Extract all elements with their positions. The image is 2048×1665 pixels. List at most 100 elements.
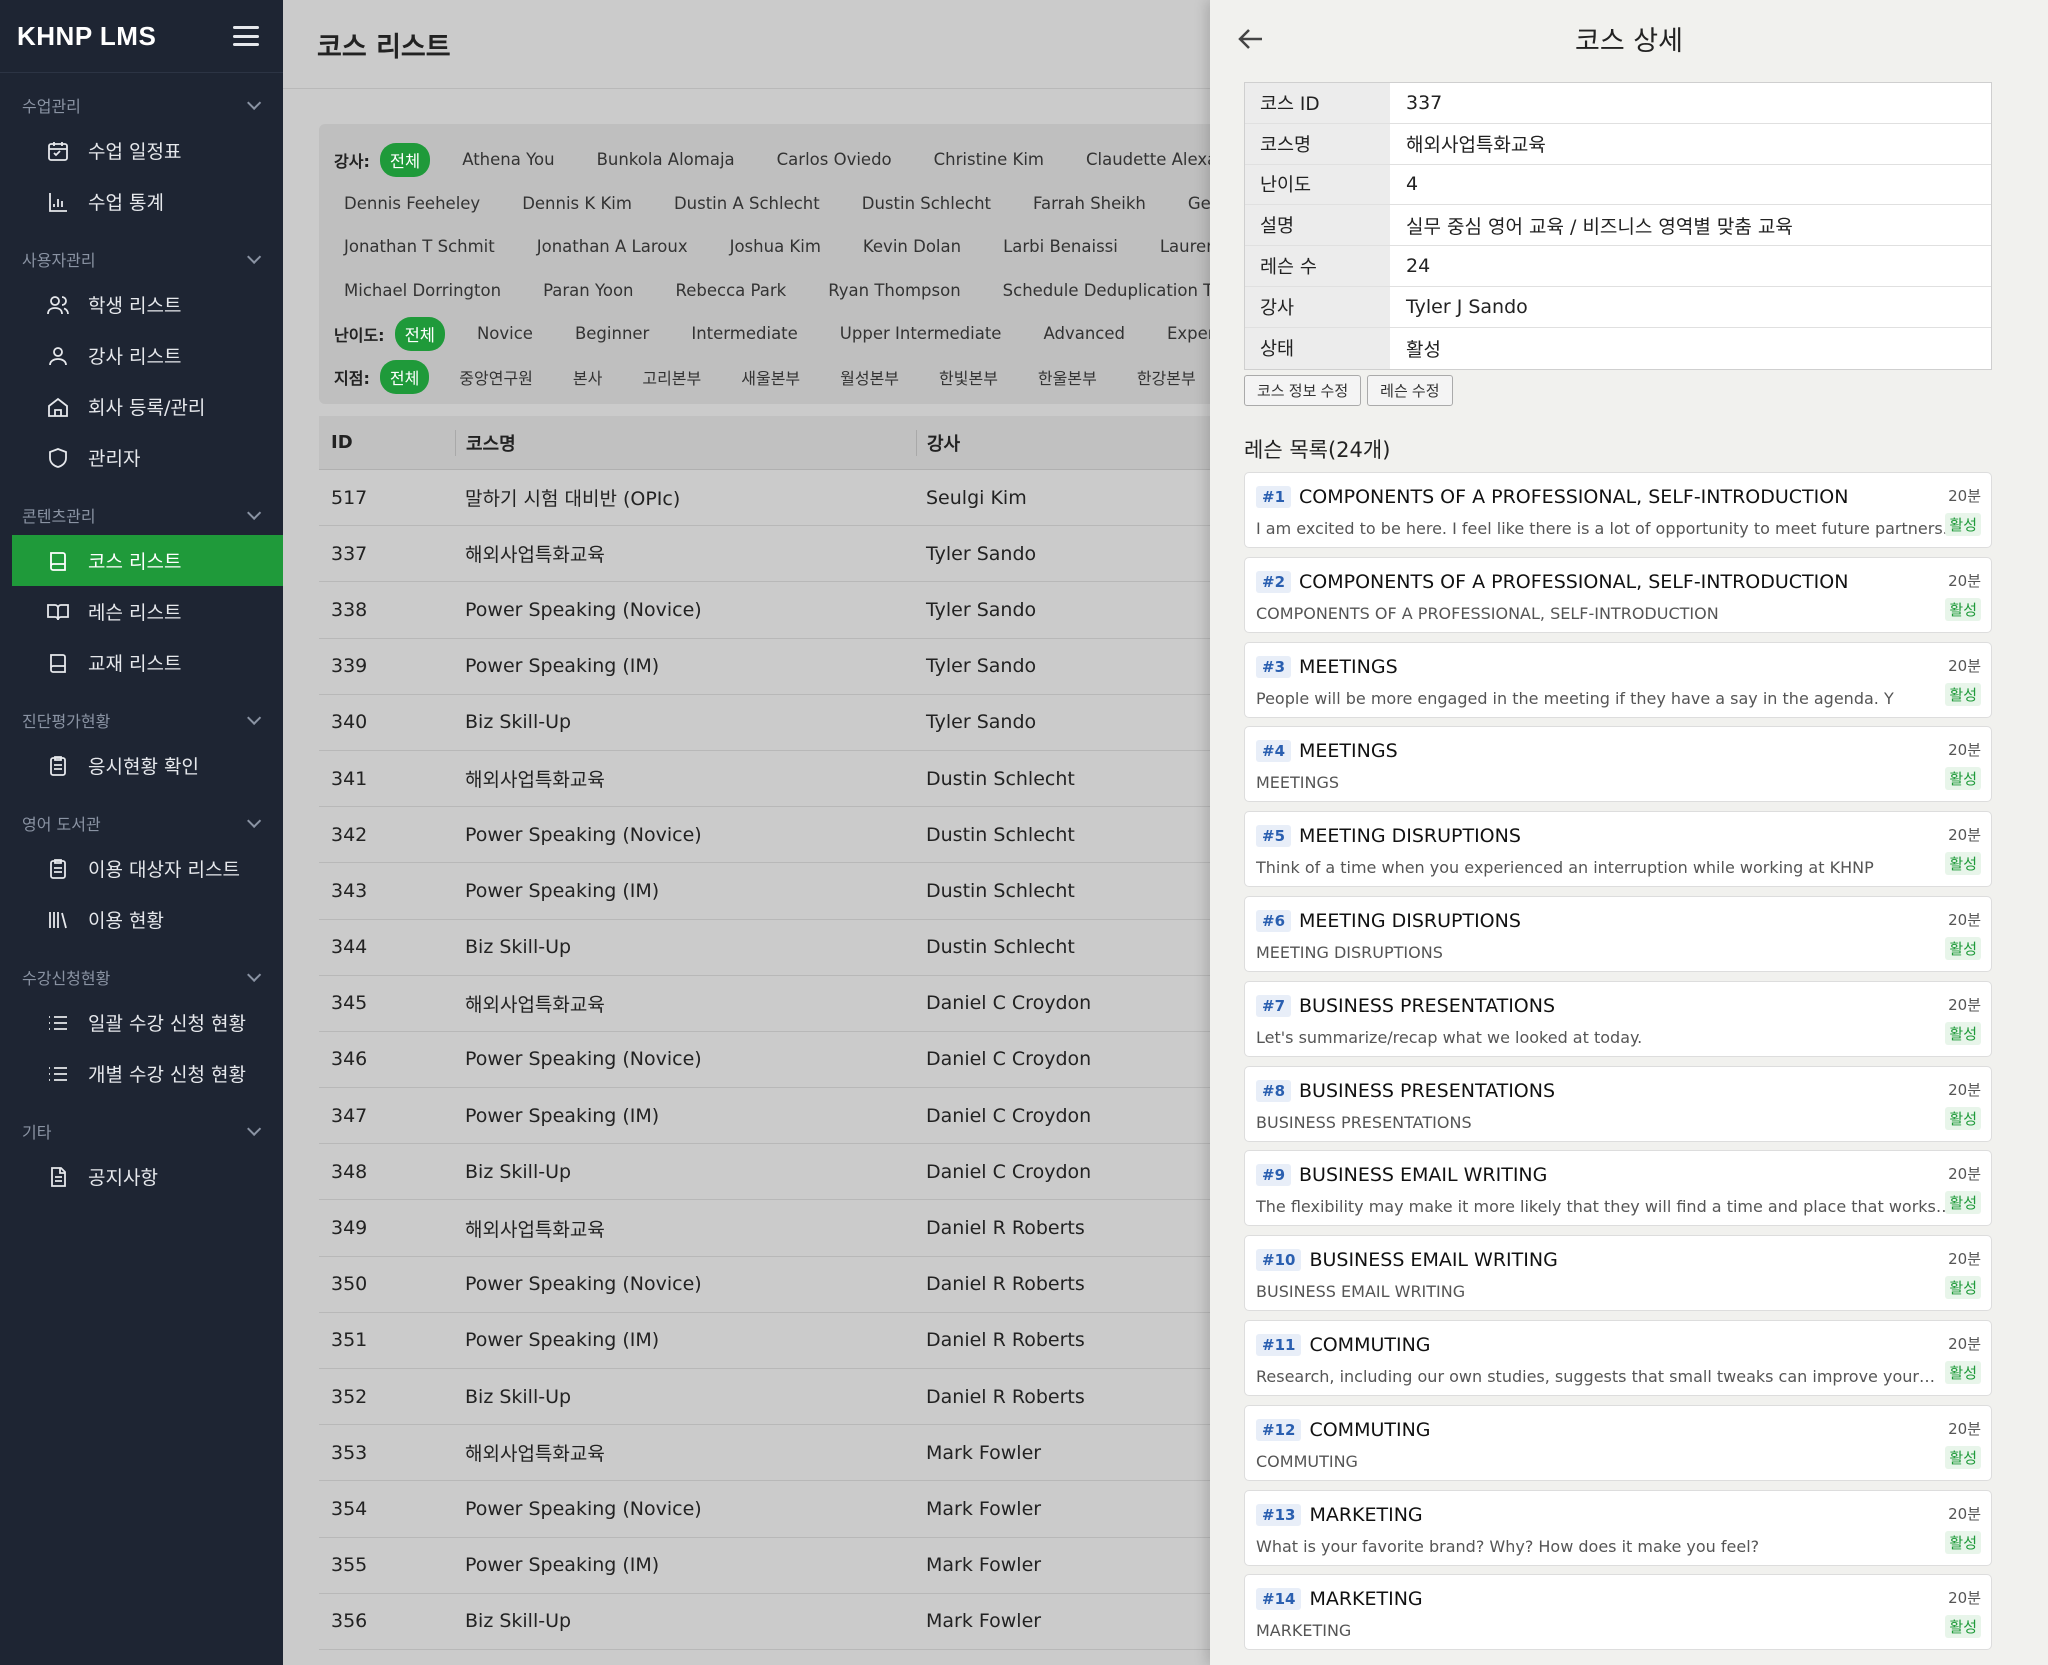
table-row[interactable]: 355 Power Speaking (IM) Mark Fowler [319, 1538, 1210, 1594]
edit-lessons-button[interactable]: 레슨 수정 [1367, 375, 1453, 406]
chevron-down-icon[interactable] [247, 249, 262, 264]
lesson-card[interactable]: #8 BUSINESS PRESENTATIONS BUSINESS PRESENT… [1244, 1065, 1992, 1142]
sidebar-item-open-book[interactable]: 레슨 리스트 [12, 586, 283, 637]
teacher-filter-chip[interactable]: Christine Kim [924, 145, 1054, 174]
teacher-filter-chip[interactable]: Rebecca Park [666, 276, 797, 305]
teacher-filter-chip[interactable]: Farrah Sheikh [1023, 189, 1156, 218]
sidebar-item-users[interactable]: 학생 리스트 [12, 279, 283, 330]
teacher-filter-chip[interactable]: Michael Dorrington [334, 276, 511, 305]
column-header-course-name[interactable]: 코스명 [455, 429, 916, 456]
table-row[interactable]: 351 Power Speaking (IM) Daniel R Roberts [319, 1313, 1210, 1369]
table-row[interactable]: 345 해외사업특화교육 Daniel C Croydon [319, 976, 1210, 1032]
teacher-filter-chip[interactable]: Larbi Benaissi [993, 232, 1128, 261]
branch-filter-chip[interactable]: 한빛본부 [929, 360, 1008, 394]
sidebar-item-book[interactable]: 교재 리스트 [12, 637, 283, 688]
table-row[interactable]: 337 해외사업특화교육 Tyler Sando [319, 526, 1210, 583]
nav-group-header[interactable]: 사용자관리 [0, 239, 283, 279]
column-header-teacher[interactable]: 강사 [916, 429, 1196, 456]
table-row[interactable]: 347 Power Speaking (IM) Daniel C Croydon [319, 1088, 1210, 1145]
sidebar-item-chart[interactable]: 수업 통계 [12, 176, 283, 227]
table-row[interactable]: 349 해외사업특화교육 Daniel R Roberts [319, 1200, 1210, 1257]
chevron-down-icon[interactable] [247, 1121, 262, 1136]
teacher-filter-chip[interactable]: Claudette Alexander [1076, 145, 1210, 174]
sidebar-item-library[interactable]: 이용 현황 [12, 894, 283, 945]
sidebar-item-shield[interactable]: 관리자 [12, 432, 283, 483]
teacher-filter-chip[interactable]: Lauren [1150, 232, 1210, 261]
nav-group-header[interactable]: 콘텐츠관리 [0, 495, 283, 535]
sidebar-item-calendar[interactable]: 수업 일정표 [12, 125, 283, 176]
sidebar-item-list[interactable]: 일괄 수강 신청 현황 [12, 997, 283, 1048]
sidebar-item-home[interactable]: 회사 등록/관리 [12, 381, 283, 432]
lesson-card[interactable]: #13 MARKETING What is your favorite brand?… [1244, 1489, 1992, 1566]
level-filter-chip[interactable]: Intermediate [681, 319, 807, 348]
table-row[interactable]: 354 Power Speaking (Novice) Mark Fowler [319, 1481, 1210, 1538]
lesson-card[interactable]: #6 MEETING DISRUPTIONS MEETING DISRUPTIONS… [1244, 895, 1992, 972]
table-row[interactable]: 338 Power Speaking (Novice) Tyler Sando [319, 582, 1210, 639]
teacher-filter-chip[interactable]: Dennis K Kim [512, 189, 642, 218]
table-row[interactable]: 343 Power Speaking (IM) Dustin Schlecht [319, 863, 1210, 920]
chevron-down-icon[interactable] [247, 505, 262, 520]
level-filter-chip[interactable]: 전체 [394, 316, 445, 351]
table-row[interactable]: 352 Biz Skill-Up Daniel R Roberts [319, 1369, 1210, 1426]
teacher-filter-chip[interactable]: Joshua Kim [720, 232, 831, 261]
branch-filter-chip[interactable]: 본사 [563, 360, 612, 394]
teacher-filter-chip[interactable]: Ryan Thompson [818, 276, 970, 305]
teacher-filter-chip[interactable]: Athena You [452, 145, 564, 174]
sidebar-item-document[interactable]: 공지사항 [12, 1151, 283, 1202]
lesson-card[interactable]: #14 MARKETING MARKETING 20분 활성 [1244, 1574, 1992, 1651]
table-row[interactable]: 339 Power Speaking (IM) Tyler Sando [319, 639, 1210, 695]
teacher-filter-chip[interactable]: Paran Yoon [533, 276, 643, 305]
chevron-down-icon[interactable] [247, 967, 262, 982]
branch-filter-chip[interactable]: 한강본부 [1127, 360, 1206, 394]
edit-course-button[interactable]: 코스 정보 수정 [1244, 375, 1362, 406]
branch-filter-chip[interactable]: 고리본부 [632, 360, 711, 394]
lesson-card[interactable]: #5 MEETING DISRUPTIONS Think of a time whe… [1244, 811, 1992, 888]
column-header-id[interactable]: ID [319, 432, 455, 453]
back-arrow-icon[interactable] [1236, 24, 1266, 54]
table-row[interactable]: 342 Power Speaking (Novice) Dustin Schlech… [319, 807, 1210, 864]
nav-group-header[interactable]: 수업관리 [0, 85, 283, 125]
nav-group-header[interactable]: 수강신청현황 [0, 957, 283, 997]
teacher-filter-chip[interactable]: Bunkola Alomaja [587, 145, 745, 174]
lesson-card[interactable]: #10 BUSINESS EMAIL WRITING BUSINESS EMAIL … [1244, 1235, 1992, 1312]
teacher-filter-chip[interactable]: Carlos Oviedo [767, 145, 902, 174]
sidebar-item-clipboard[interactable]: 응시현황 확인 [12, 740, 283, 791]
level-filter-chip[interactable]: Beginner [565, 319, 659, 348]
teacher-filter-chip[interactable]: Dustin A Schlecht [664, 189, 830, 218]
sidebar-item-book[interactable]: 코스 리스트 [12, 535, 283, 586]
teacher-filter-chip[interactable]: Jonathan A Laroux [527, 232, 698, 261]
table-row[interactable]: 517 말하기 시험 대비반 (OPIc) Seulgi Kim [319, 470, 1210, 527]
nav-group-header[interactable]: 영어 도서관 [0, 803, 283, 843]
table-row[interactable]: 341 해외사업특화교육 Dustin Schlecht [319, 751, 1210, 808]
teacher-filter-chip[interactable]: Jonathan T Schmit [334, 232, 505, 261]
table-row[interactable]: 353 해외사업특화교육 Mark Fowler [319, 1425, 1210, 1482]
lesson-card[interactable]: #7 BUSINESS PRESENTATIONS Let's summarize/… [1244, 980, 1992, 1057]
level-filter-chip[interactable]: Upper Intermediate [830, 319, 1012, 348]
teacher-filter-chip[interactable]: Kevin Dolan [853, 232, 971, 261]
chevron-down-icon[interactable] [247, 813, 262, 828]
chevron-down-icon[interactable] [247, 95, 262, 110]
lesson-card[interactable]: #12 COMMUTING COMMUTING 20분 활성 [1244, 1404, 1992, 1481]
table-row[interactable]: 344 Biz Skill-Up Dustin Schlecht [319, 920, 1210, 976]
table-row[interactable]: 340 Biz Skill-Up Tyler Sando [319, 695, 1210, 751]
nav-group-header[interactable]: 기타 [0, 1111, 283, 1151]
teacher-filter-chip[interactable]: Dustin Schlecht [852, 189, 1001, 218]
chevron-down-icon[interactable] [247, 710, 262, 725]
branch-filter-chip[interactable]: 새울본부 [731, 360, 810, 394]
table-row[interactable]: 350 Power Speaking (Novice) Daniel R Rober… [319, 1257, 1210, 1313]
nav-group-header[interactable]: 진단평가현황 [0, 700, 283, 740]
sidebar-item-clipboard[interactable]: 이용 대상자 리스트 [12, 843, 283, 894]
branch-filter-chip[interactable]: 전체 [379, 360, 430, 395]
lesson-card[interactable]: #2 COMPONENTS OF A PROFESSIONAL, SELF-INT… [1244, 556, 1992, 633]
branch-filter-chip[interactable]: 중앙연구원 [449, 360, 543, 394]
teacher-filter-chip[interactable]: Schedule Deduplication Test [993, 276, 1210, 305]
level-filter-chip[interactable]: Advanced [1033, 319, 1135, 348]
branch-filter-chip[interactable]: 한울본부 [1028, 360, 1107, 394]
table-row[interactable]: 356 Biz Skill-Up Mark Fowler [319, 1594, 1210, 1650]
level-filter-chip[interactable]: Novice [467, 319, 543, 348]
sidebar-item-user[interactable]: 강사 리스트 [12, 330, 283, 381]
table-row[interactable]: 346 Power Speaking (Novice) Daniel C Croyd… [319, 1032, 1210, 1089]
lesson-card[interactable]: #11 COMMUTING Research, including our own … [1244, 1319, 1992, 1396]
branch-filter-chip[interactable]: 월성본부 [830, 360, 909, 394]
lesson-card[interactable]: #3 MEETINGS People will be more engaged in… [1244, 641, 1992, 718]
